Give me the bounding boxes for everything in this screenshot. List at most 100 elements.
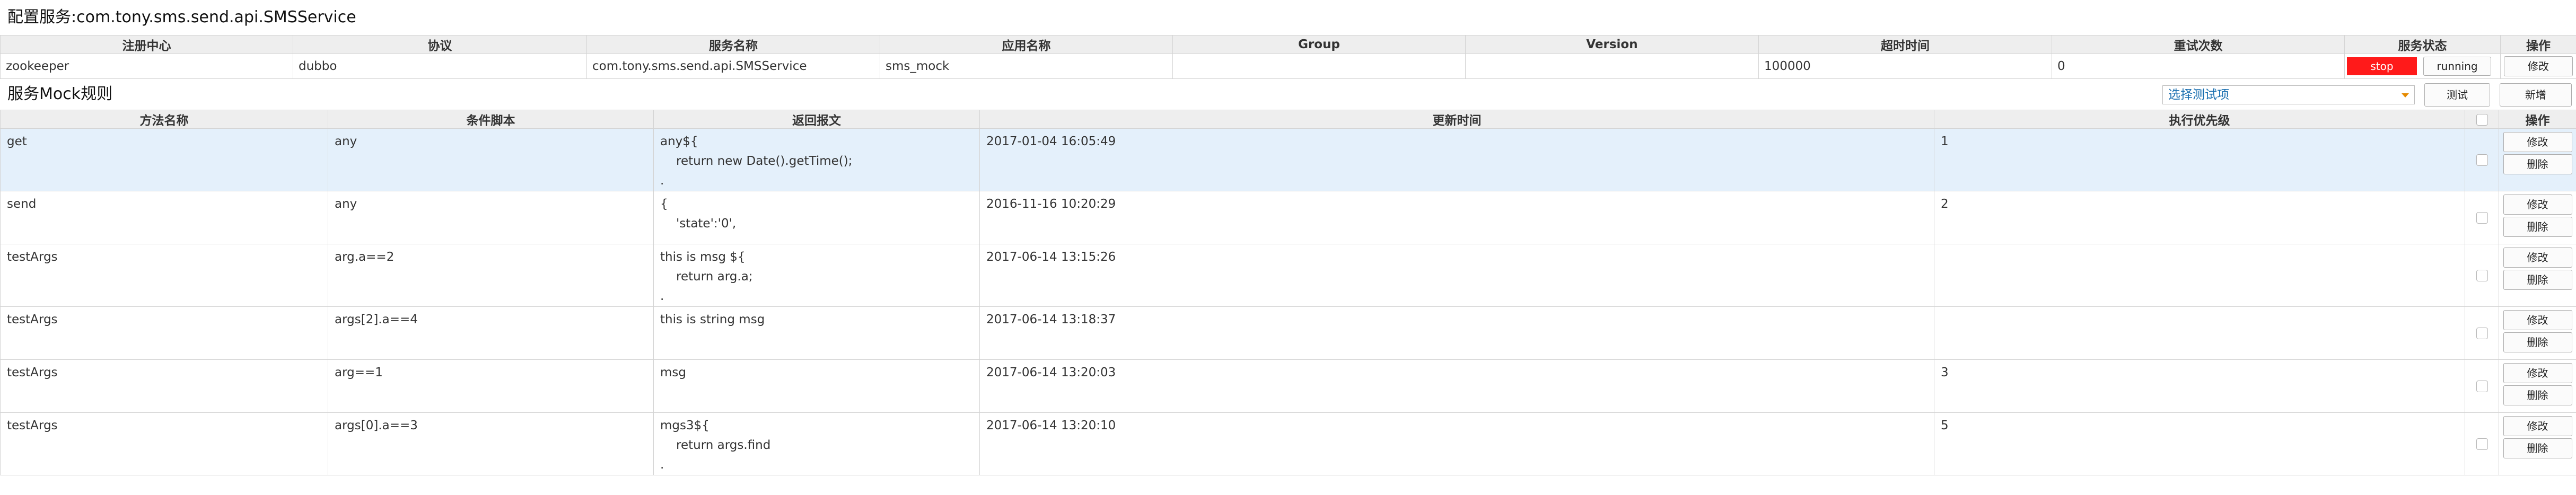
condition-cell: args[0].a==3	[328, 412, 654, 475]
updated-cell: 2017-06-14 13:15:26	[979, 244, 1934, 307]
updated-time: 2017-06-14 13:20:03	[986, 366, 1116, 379]
updated-cell: 2017-06-14 13:18:37	[979, 306, 1934, 360]
response-line: msg	[660, 366, 686, 379]
updated-time: 2017-06-14 13:20:10	[986, 419, 1116, 432]
edit-rule-button[interactable]: 修改	[2503, 416, 2572, 436]
response-line: .	[660, 174, 664, 188]
delete-rule-button[interactable]: 删除	[2503, 217, 2572, 237]
condition-script: arg==1	[335, 366, 383, 379]
edit-rule-button[interactable]: 修改	[2503, 195, 2572, 215]
condition-script: any	[335, 135, 357, 148]
registry-cell: zookeeper	[0, 54, 293, 79]
method-name: testArgs	[7, 250, 58, 264]
priority-value: 1	[1941, 135, 1949, 148]
col-header: 服务状态	[2344, 35, 2501, 54]
row-select-cell	[2465, 244, 2499, 307]
priority-value	[1941, 307, 2458, 311]
response-line: return args.find	[676, 438, 771, 452]
table-row[interactable]: testArgs args[0].a==3 mgs3${return args.fi…	[0, 412, 2576, 475]
response-body: msg	[660, 360, 973, 383]
updated-cell: 2017-06-14 13:20:10	[979, 412, 1934, 475]
row-checkbox[interactable]	[2476, 438, 2488, 450]
chevron-down-icon	[2402, 93, 2409, 98]
col-header: 返回报文	[653, 110, 980, 129]
col-header: 协议	[293, 35, 587, 54]
response-body: {'state':'0',	[660, 192, 973, 234]
delete-rule-button[interactable]: 删除	[2503, 438, 2572, 458]
mock-section-title: 服务Mock规则	[7, 85, 113, 103]
condition-script: any	[335, 197, 357, 211]
method-name: testArgs	[7, 419, 58, 432]
method-name: send	[7, 197, 37, 211]
table-row[interactable]: get any any${return new Date().getTime();.…	[0, 128, 2576, 191]
mock-toolbar: 服务Mock规则 选择测试项 测试 新增	[0, 79, 2576, 110]
response-body: this is string msg	[660, 307, 973, 330]
table-row[interactable]: testArgs arg.a==2 this is msg ${return arg…	[0, 244, 2576, 307]
response-cell: this is msg ${return arg.a;.	[653, 244, 980, 307]
group-cell	[1172, 54, 1466, 79]
edit-rule-button[interactable]: 修改	[2503, 310, 2572, 330]
test-item-select[interactable]: 选择测试项	[2162, 85, 2415, 104]
updated-cell: 2017-01-04 16:05:49	[979, 128, 1934, 191]
row-checkbox[interactable]	[2476, 212, 2488, 224]
row-ops-cell: 修改 删除	[2499, 128, 2576, 191]
edit-rule-button[interactable]: 修改	[2503, 248, 2572, 268]
row-select-cell	[2465, 306, 2499, 360]
response-line: .	[660, 289, 664, 303]
delete-rule-button[interactable]: 删除	[2503, 270, 2572, 290]
condition-cell: arg.a==2	[328, 244, 654, 307]
col-header: 操作	[2499, 110, 2576, 129]
delete-rule-button[interactable]: 删除	[2503, 385, 2572, 405]
row-select-cell	[2465, 359, 2499, 413]
method-cell: testArgs	[0, 244, 328, 307]
updated-time: 2017-06-14 13:15:26	[986, 250, 1116, 264]
edit-config-button[interactable]: 修改	[2504, 56, 2573, 76]
response-body: any${return new Date().getTime();.	[660, 129, 973, 191]
response-line: 'state':'0',	[676, 217, 737, 231]
priority-value: 3	[1941, 366, 1949, 379]
condition-script: args[0].a==3	[335, 419, 418, 432]
priority-cell	[1934, 306, 2465, 360]
priority-cell: 1	[1934, 128, 2465, 191]
priority-cell	[1934, 244, 2465, 307]
edit-rule-button[interactable]: 修改	[2503, 363, 2572, 383]
delete-rule-button[interactable]: 删除	[2503, 154, 2572, 174]
priority-cell: 5	[1934, 412, 2465, 475]
response-line: .	[660, 458, 664, 472]
delete-rule-button[interactable]: 删除	[2503, 332, 2572, 352]
test-button[interactable]: 测试	[2424, 83, 2490, 107]
condition-cell: args[2].a==4	[328, 306, 654, 360]
config-row: zookeeper dubbo com.tony.sms.send.api.SM…	[0, 54, 2576, 79]
priority-cell: 3	[1934, 359, 2465, 413]
col-header: 注册中心	[0, 35, 293, 54]
row-checkbox[interactable]	[2476, 381, 2488, 392]
priority-value: 2	[1941, 197, 1949, 211]
response-cell: {'state':'0',	[653, 191, 980, 244]
priority-value: 5	[1941, 419, 1949, 432]
service-status-cell: stop running	[2344, 54, 2501, 79]
table-row[interactable]: send any {'state':'0', 2016-11-16 10:20:29 2…	[0, 191, 2576, 244]
running-button[interactable]: running	[2423, 57, 2491, 76]
row-ops-cell: 修改 删除	[2499, 412, 2576, 475]
row-checkbox[interactable]	[2476, 270, 2488, 281]
table-row[interactable]: testArgs args[2].a==4 this is string msg 20…	[0, 306, 2576, 360]
add-rule-button[interactable]: 新增	[2500, 83, 2572, 107]
row-select-cell	[2465, 128, 2499, 191]
stop-button[interactable]: stop	[2347, 57, 2417, 75]
version-cell	[1465, 54, 1759, 79]
edit-rule-button[interactable]: 修改	[2503, 132, 2572, 152]
timeout-cell: 100000	[1758, 54, 2052, 79]
priority-value	[1941, 245, 2458, 248]
col-header: 方法名称	[0, 110, 328, 129]
response-cell: mgs3${return args.find.	[653, 412, 980, 475]
method-cell: testArgs	[0, 306, 328, 360]
col-header: 执行优先级	[1934, 110, 2465, 129]
select-all-checkbox[interactable]	[2476, 113, 2488, 126]
row-checkbox[interactable]	[2476, 328, 2488, 339]
updated-time: 2017-06-14 13:18:37	[986, 313, 1116, 326]
table-row[interactable]: testArgs arg==1 msg 2017-06-14 13:20:03 3 修改删…	[0, 359, 2576, 413]
row-checkbox[interactable]	[2476, 154, 2488, 166]
priority-cell: 2	[1934, 191, 2465, 244]
response-cell: this is string msg	[653, 306, 980, 360]
page-title: 配置服务:com.tony.sms.send.api.SMSService	[7, 8, 356, 26]
